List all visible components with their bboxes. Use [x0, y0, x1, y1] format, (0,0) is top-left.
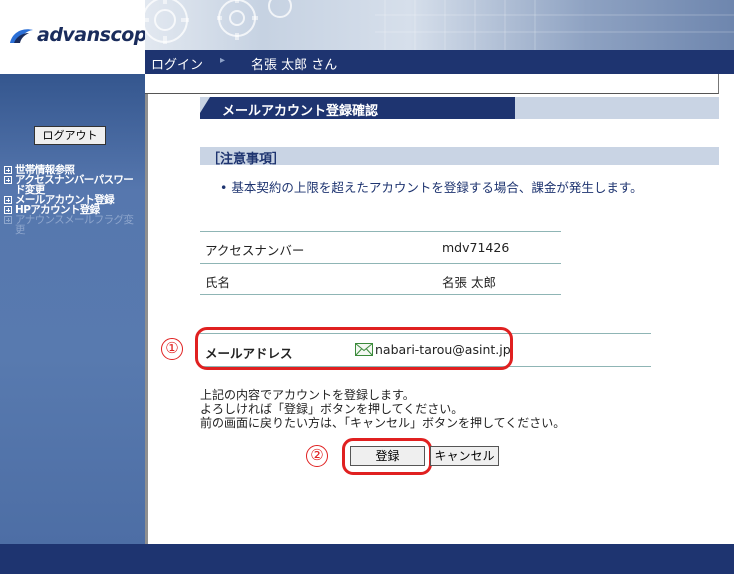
- breadcrumb-arrow-icon: ▸: [220, 55, 226, 66]
- top-navbar: ログイン ▸ 名張 太郎 さん: [145, 50, 734, 74]
- sidebar: ログアウト 世帯情報参照 アクセスナンバーパスワード変更 メールアカウント登録 …: [0, 74, 145, 544]
- register-button[interactable]: 登録: [350, 446, 425, 466]
- sidebar-item-access-password[interactable]: アクセスナンバーパスワード変更: [4, 175, 142, 195]
- plus-box-icon: [4, 166, 12, 174]
- access-number-label: アクセスナンバー: [205, 243, 305, 258]
- table-row: 氏名 名張 太郎: [200, 263, 561, 295]
- sidebar-menu: 世帯情報参照 アクセスナンバーパスワード変更 メールアカウント登録 HPアカウン…: [4, 165, 142, 235]
- name-value: 名張 太郎: [442, 275, 496, 290]
- sidebar-item-label: アナウンスメールフラグ変更: [15, 214, 134, 236]
- header-banner: [145, 0, 734, 50]
- message-line: よろしければ「登録」ボタンを押してください。: [200, 402, 464, 416]
- message-line: 前の画面に戻りたい方は、「キャンセル」ボタンを押してください。: [200, 416, 566, 430]
- sidebar-item-announce-flag: アナウンスメールフラグ変更: [4, 215, 142, 235]
- logo-text: advanscope: [37, 24, 160, 46]
- cancel-button[interactable]: キャンセル: [430, 446, 499, 466]
- mail-highlight-annotation: [195, 327, 513, 370]
- sidebar-item-label: アクセスナンバーパスワード変更: [15, 174, 134, 196]
- plus-box-icon: [4, 216, 12, 224]
- access-number-value: mdv71426: [442, 240, 510, 255]
- logo-area: advanscope: [0, 0, 160, 74]
- notice-title: ［注意事項］: [207, 152, 286, 167]
- plus-box-icon: [4, 196, 12, 204]
- step-2-marker: ②: [306, 445, 328, 467]
- logout-button[interactable]: ログアウト: [34, 126, 106, 145]
- plus-box-icon: [4, 176, 12, 184]
- page-title-bar: メールアカウント登録確認: [200, 97, 719, 119]
- login-link[interactable]: ログイン: [151, 54, 203, 73]
- message-line: 上記の内容でアカウントを登録します。: [200, 388, 415, 402]
- footer-bar: [0, 544, 734, 574]
- page-title: メールアカウント登録確認: [222, 104, 379, 119]
- notice-item: • 基本契約の上限を超えたアカウントを登録する場合、課金が発生します。: [220, 180, 643, 195]
- header-divider: [145, 74, 719, 94]
- table-row: アクセスナンバー mdv71426: [200, 231, 561, 263]
- notice-heading-bar: ［注意事項］: [200, 147, 719, 167]
- page-title-tab: メールアカウント登録確認: [200, 97, 515, 119]
- sidebar-shadow: [145, 94, 148, 544]
- gear-banner-graphic: [145, 0, 734, 50]
- user-name: 名張 太郎 さん: [251, 58, 338, 73]
- confirm-message: 上記の内容でアカウントを登録します。 よろしければ「登録」ボタンを押してください…: [200, 388, 565, 430]
- plus-box-icon: [4, 206, 12, 214]
- name-label: 氏名: [205, 275, 231, 290]
- advanscope-logo-icon: [10, 29, 33, 43]
- account-info-table: アクセスナンバー mdv71426 氏名 名張 太郎: [200, 231, 561, 295]
- step-1-marker: ①: [161, 338, 183, 360]
